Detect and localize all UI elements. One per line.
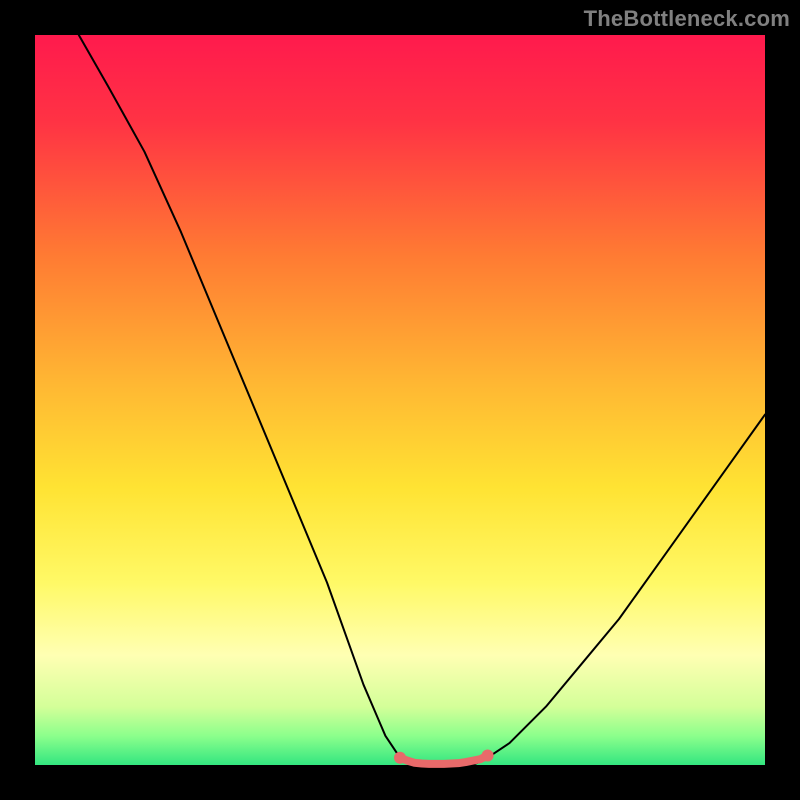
bottleneck-chart bbox=[0, 0, 800, 800]
plot-background bbox=[35, 35, 765, 765]
sweet-spot-endpoint bbox=[482, 750, 494, 762]
watermark-text: TheBottleneck.com bbox=[584, 6, 790, 32]
sweet-spot-endpoint bbox=[394, 752, 406, 764]
chart-container: TheBottleneck.com bbox=[0, 0, 800, 800]
